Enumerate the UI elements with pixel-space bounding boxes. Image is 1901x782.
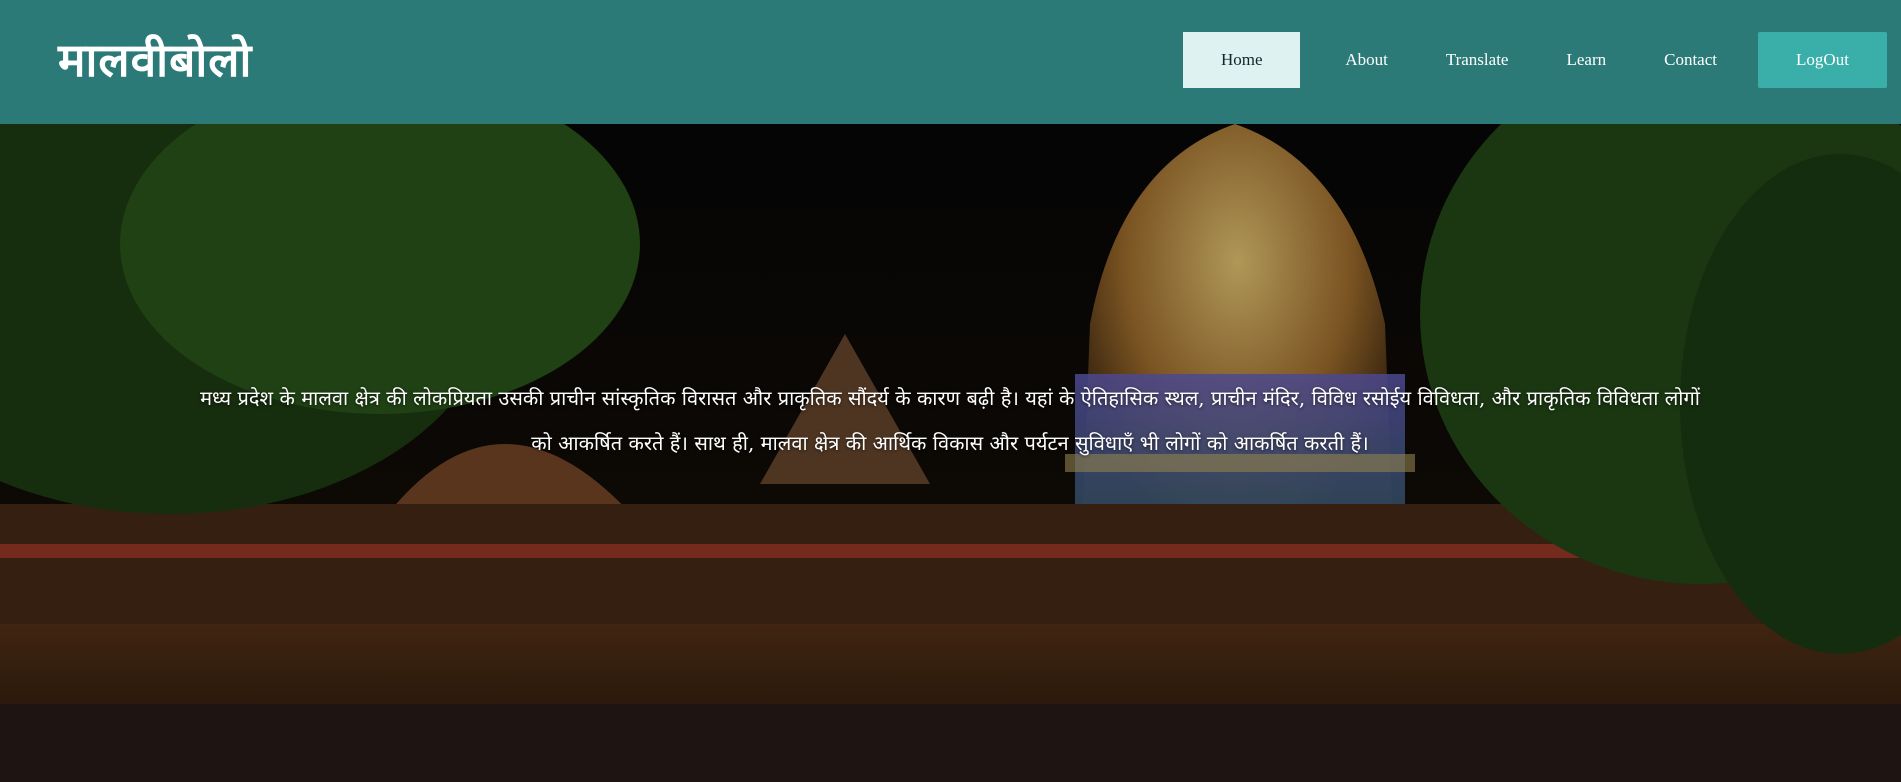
- navbar: मालवीबोलो Home About Translate Learn Con…: [0, 0, 1901, 124]
- main-nav: Home About Translate Learn Contact LogOu…: [1183, 32, 1887, 88]
- logout-button[interactable]: LogOut: [1758, 32, 1887, 88]
- nav-about-link[interactable]: About: [1322, 32, 1411, 88]
- hero-paragraph: मध्य प्रदेश के मालवा क्षेत्र की लोकप्रिय…: [200, 386, 1700, 455]
- nav-learn-link[interactable]: Learn: [1543, 32, 1629, 88]
- brand-logo[interactable]: मालवीबोलो: [58, 30, 252, 90]
- nav-translate-link[interactable]: Translate: [1423, 32, 1532, 88]
- nav-contact-link[interactable]: Contact: [1641, 32, 1740, 88]
- nav-home-link[interactable]: Home: [1183, 32, 1301, 88]
- hero-section: मध्य प्रदेश के मालवा क्षेत्र की लोकप्रिय…: [0, 124, 1901, 782]
